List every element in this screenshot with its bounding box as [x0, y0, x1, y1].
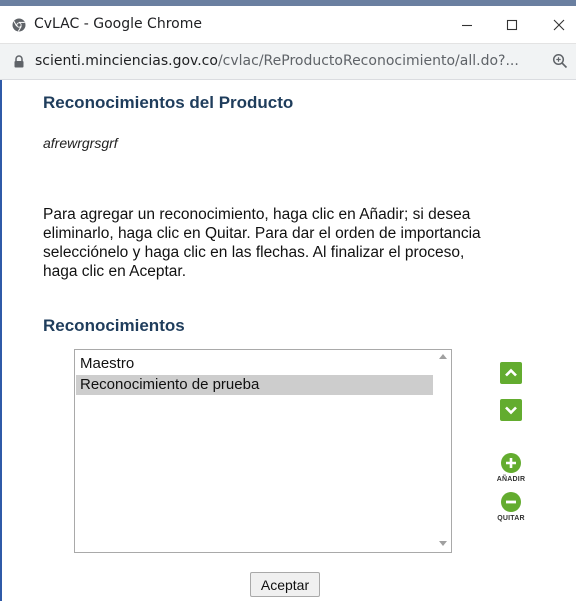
window-title: CvLAC - Google Chrome [34, 16, 202, 32]
accept-button[interactable]: Aceptar [250, 572, 320, 597]
maximize-button[interactable] [492, 10, 532, 40]
lock-icon [14, 55, 24, 68]
add-label[interactable]: AÑADIR [491, 476, 531, 483]
remove-button[interactable] [501, 492, 521, 512]
scroll-down-arrow[interactable] [439, 541, 447, 546]
url-path: /cvlac/ReProductoReconocimiento/all.do?.… [217, 53, 519, 69]
window-left-border [0, 80, 2, 601]
remove-label[interactable]: QUITAR [491, 515, 531, 522]
scroll-up-arrow[interactable] [439, 354, 447, 359]
product-name: afrewrgrsgrf [43, 135, 118, 151]
address-bar[interactable]: scienti.minciencias.gov.co/cvlac/ReProdu… [0, 44, 576, 80]
section-heading: Reconocimientos [43, 316, 185, 335]
title-bar: CvLAC - Google Chrome [0, 6, 576, 44]
list-item[interactable]: Maestro [76, 354, 433, 374]
close-icon [553, 19, 565, 31]
browser-window: CvLAC - Google Chrome scienti.minciencia… [0, 0, 576, 601]
minimize-button[interactable] [447, 10, 487, 40]
minus-icon [506, 500, 516, 504]
chevron-up-icon [505, 368, 517, 377]
chrome-icon [12, 18, 26, 32]
chevron-down-icon [505, 406, 517, 415]
zoom-icon[interactable] [552, 53, 568, 69]
maximize-icon [506, 19, 518, 31]
url-text[interactable]: scienti.minciencias.gov.co/cvlac/ReProdu… [35, 53, 519, 69]
url-host: scienti.minciencias.gov.co [35, 53, 218, 69]
page-title: Reconocimientos del Producto [43, 93, 294, 112]
reconocimientos-listbox[interactable]: Maestro Reconocimiento de prueba [74, 349, 452, 553]
add-button[interactable] [501, 453, 521, 473]
move-up-button[interactable] [500, 362, 522, 384]
instructions-text: Para agregar un reconocimiento, haga cli… [43, 206, 481, 280]
move-down-button[interactable] [500, 399, 522, 421]
plus-icon [506, 458, 516, 468]
close-button[interactable] [539, 10, 576, 40]
minimize-icon [462, 24, 472, 27]
list-item-selected[interactable]: Reconocimiento de prueba [76, 375, 433, 395]
